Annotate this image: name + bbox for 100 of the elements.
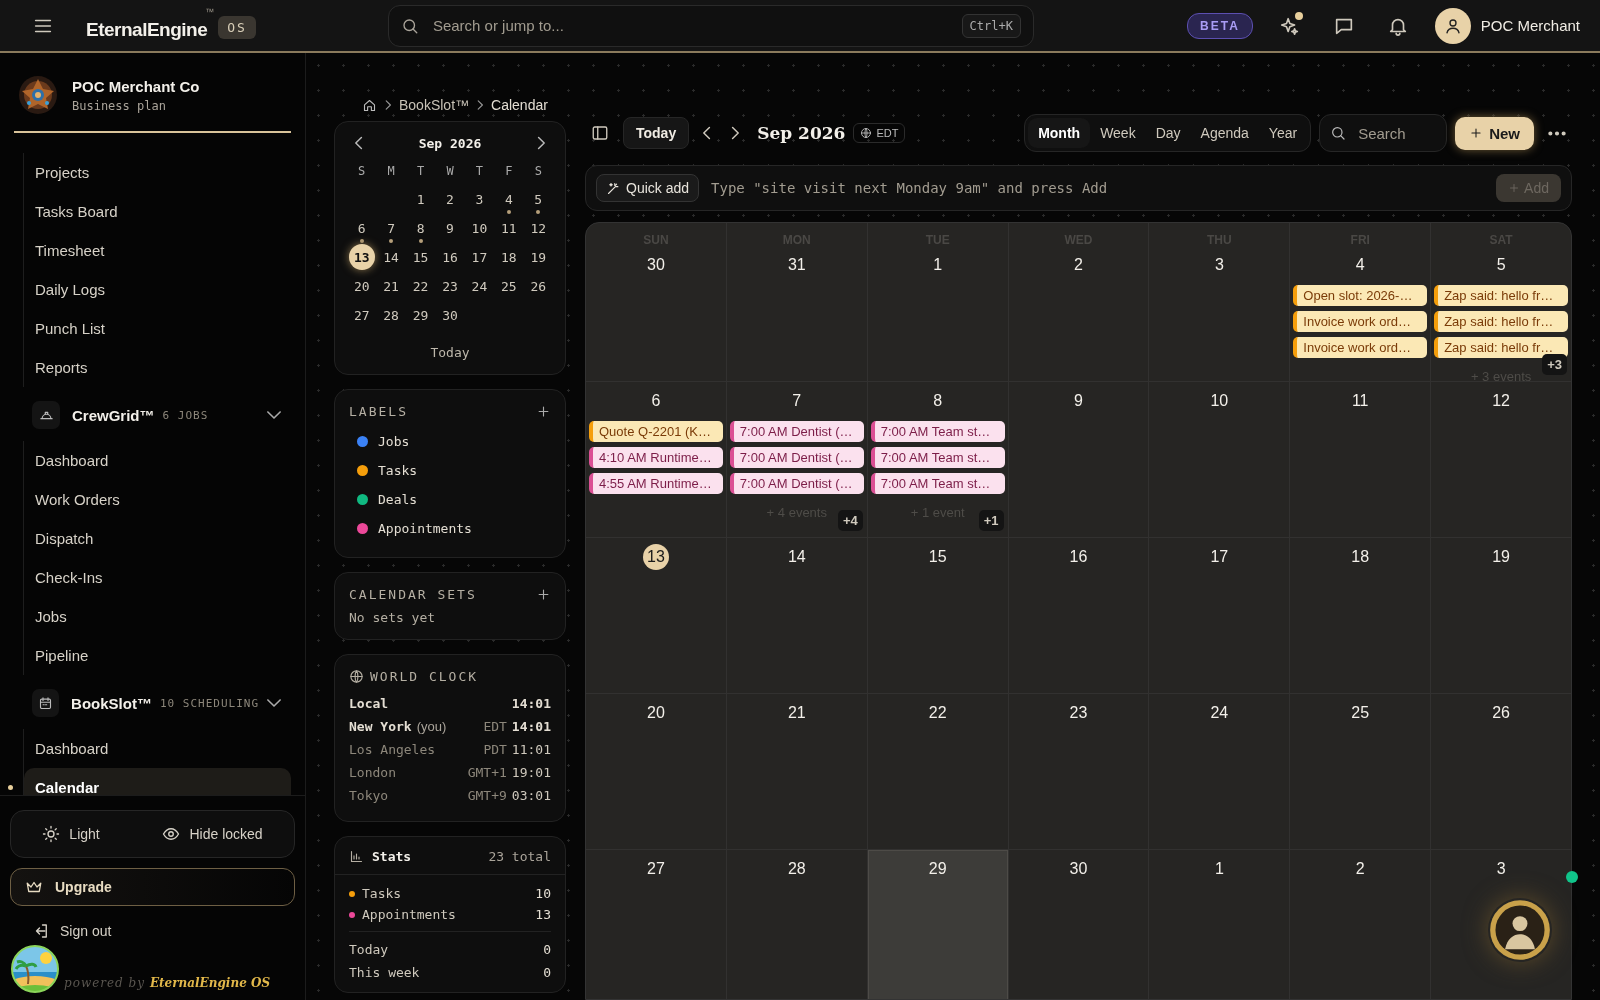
date-button[interactable]: 3 [466,186,493,212]
date-button[interactable]: 25 [495,273,522,299]
date-button[interactable]: 22 [407,273,434,299]
view-tab[interactable]: Week [1090,118,1146,148]
day-cell[interactable]: 13 [586,538,727,693]
date-button[interactable]: 8 [407,215,434,241]
date-button[interactable]: 11 [495,215,522,241]
date-button[interactable]: 18 [495,244,522,270]
event-chip[interactable]: 7:00 AM Dentist (… [729,421,864,442]
event-chip[interactable]: 7:00 AM Team st… [870,447,1005,468]
date-button[interactable]: 24 [466,273,493,299]
date-button[interactable]: 26 [525,273,552,299]
sidebar-item[interactable]: Tasks Board [24,192,291,231]
event-chip[interactable]: Zap said: hello fr… [1434,285,1568,306]
date-button[interactable]: 27 [348,302,375,328]
sidebar-item[interactable]: Calendar [24,768,291,795]
sidebar-item[interactable]: Punch List [24,309,291,348]
sidebar-item[interactable]: Projects [24,153,291,192]
sidebar-item[interactable]: Pipeline [24,636,291,675]
view-tab[interactable]: Month [1028,118,1091,148]
sidebar-item[interactable]: Dashboard [24,729,291,768]
day-cell[interactable]: 18 [1290,538,1432,693]
date-button[interactable]: 21 [378,273,405,299]
event-chip[interactable]: Zap said: hello fr… [1434,311,1568,332]
search-field[interactable]: Search [1319,114,1448,152]
date-button[interactable]: 2 [437,186,463,212]
upgrade-button[interactable]: Upgrade [10,868,295,906]
view-tab[interactable]: Day [1145,118,1191,148]
user-avatar[interactable] [1434,7,1471,44]
date-button[interactable]: 14 [378,244,405,270]
day-cell[interactable]: 28 [726,850,868,999]
breadcrumb-link[interactable]: BookSlot™ [399,97,470,113]
event-chip[interactable]: 7:00 AM Dentist (… [729,447,864,468]
day-cell[interactable]: 12 [1431,382,1571,537]
home-link[interactable] [362,97,377,113]
event-chip[interactable]: 7:00 AM Dentist (… [729,473,864,494]
day-cell[interactable]: 1 [1149,850,1291,999]
date-button[interactable]: 15 [407,244,434,270]
day-cell[interactable]: 22 [867,694,1009,849]
date-button[interactable]: 4 [495,186,522,212]
day-cell[interactable]: 29 [867,850,1009,999]
event-chip[interactable]: 4:55 AM Runtime… [589,473,723,494]
day-cell[interactable]: 11 [1290,382,1432,537]
search-input[interactable]: Search [1356,123,1437,143]
date-button[interactable]: 10 [466,215,493,241]
view-tab[interactable]: Agenda [1190,118,1259,148]
theme-toggle[interactable]: Light [32,819,110,849]
date-button[interactable]: 6 [348,215,375,241]
day-cell[interactable]: 27 [586,850,727,999]
event-chip[interactable]: 7:00 AM Team st… [870,473,1005,494]
section-header[interactable]: BookSlot™ 10 SCHEDULING [0,681,305,725]
date-button[interactable]: 20 [348,273,375,299]
new-button[interactable]: New [1455,116,1534,150]
date-button[interactable]: 13 [348,244,375,270]
sidebar-item[interactable]: Daily Logs [24,270,291,309]
view-tab[interactable]: Year [1258,118,1308,148]
label-name[interactable]: Tasks [378,463,418,478]
event-chip[interactable]: 4:10 AM Runtime… [589,447,723,468]
day-cell[interactable]: 9 [1008,382,1150,537]
sidebar-item[interactable]: Dispatch [24,519,291,558]
add-set-button[interactable] [536,587,551,602]
event-chip[interactable]: Invoice work ord… [1293,311,1428,332]
day-cell[interactable]: 6 Quote Q-2201 (K… 4:10 AM Runtime… 4:55 AM Runtime… [586,382,727,537]
day-cell[interactable]: 17 [1149,538,1291,693]
sidebar-item[interactable]: Reports [24,348,291,387]
date-button[interactable]: 12 [525,215,552,241]
day-cell[interactable]: 25 [1290,694,1432,849]
more-events-badge[interactable]: +3 [1542,354,1567,375]
brand-logo[interactable]: EternalEngine [86,18,208,41]
sidebar-item[interactable]: Check-Ins [24,558,291,597]
more-events-badge[interactable]: +1 [978,510,1004,531]
day-cell[interactable]: 21 [726,694,868,849]
event-chip[interactable]: Open slot: 2026-… [1293,285,1428,306]
day-cell[interactable]: 20 [586,694,727,849]
date-button[interactable]: 30 [437,302,463,328]
quick-add-input[interactable]: Type "site visit next Monday 9am" and press Add [709,179,1487,197]
sidebar-item[interactable]: Dashboard [24,441,291,480]
date-button[interactable]: 29 [407,302,434,328]
label-name[interactable]: Deals [378,492,418,507]
quick-add-button[interactable]: Quick add [596,174,700,202]
date-button[interactable]: 1 [407,186,434,212]
label-name[interactable]: Appointments [378,521,472,536]
date-button[interactable]: 7 [378,215,405,241]
event-chip[interactable]: 7:00 AM Team st… [870,421,1005,442]
day-cell[interactable]: 19 [1431,538,1571,693]
sign-out-button[interactable]: Sign out [10,916,124,940]
assistant-avatar[interactable] [1488,898,1552,962]
label-name[interactable]: Jobs [378,434,410,449]
sidebar-item[interactable]: Work Orders [24,480,291,519]
section-header[interactable]: CrewGrid™ 6 JOBS [0,393,305,437]
user-name[interactable]: POC Merchant [1480,17,1580,34]
day-cell[interactable]: 15 [867,538,1009,693]
day-cell[interactable]: 30 [1008,850,1150,999]
date-button[interactable]: 5 [525,186,552,212]
day-cell[interactable]: 23 [1008,694,1150,849]
hide-locked-toggle[interactable]: Hide locked [152,819,273,849]
event-chip[interactable]: Zap said: hello fr… [1434,337,1568,358]
search-input[interactable]: Search or jump to... [430,16,950,35]
more-events-badge[interactable]: +4 [837,510,863,531]
day-cell[interactable]: 10 [1149,382,1291,537]
